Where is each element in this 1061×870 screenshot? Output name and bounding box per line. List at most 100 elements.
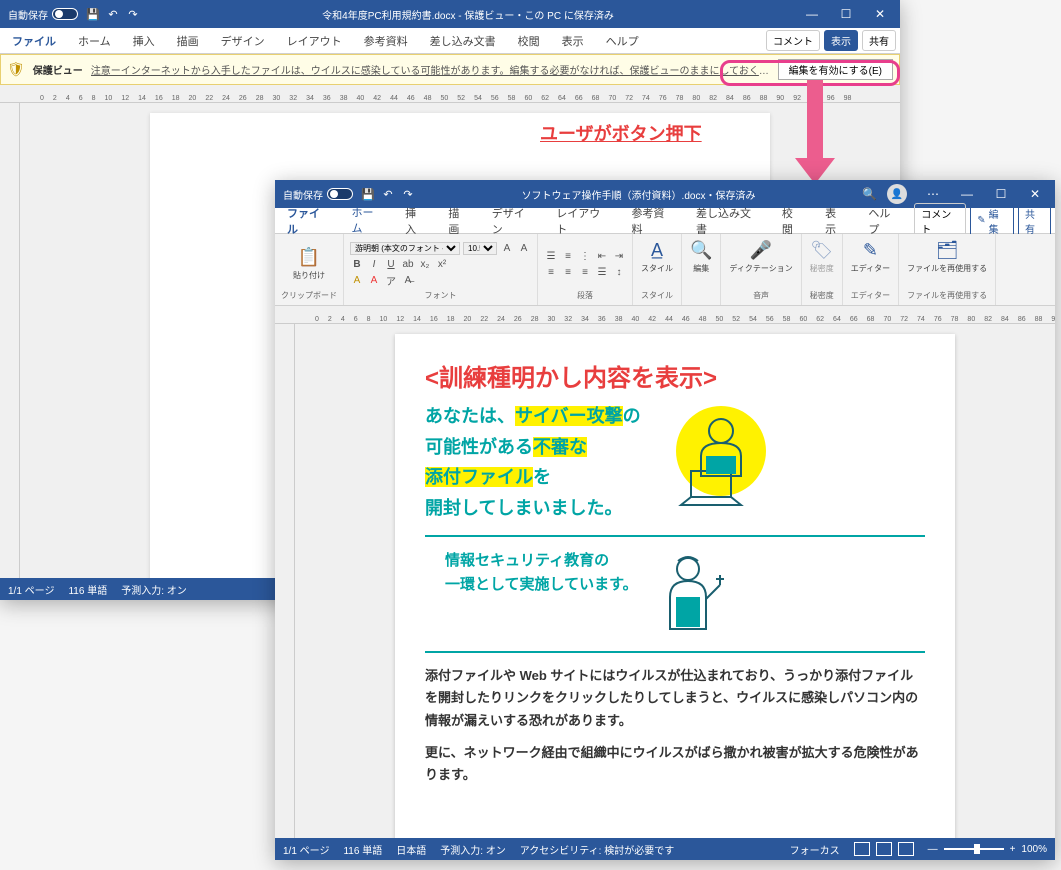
tab-design[interactable]: デザイン [213, 29, 273, 53]
subscript-icon[interactable]: x₂ [418, 257, 432, 271]
sensitivity-button[interactable]: 🏷 秘密度 [808, 238, 836, 276]
dictation-button[interactable]: 🎤 ディクテーション [727, 238, 794, 276]
grow-font-icon[interactable]: A [500, 241, 514, 255]
editor-icon: ✎ [863, 240, 878, 261]
tab-file[interactable]: ファイル [4, 29, 64, 53]
find-icon: 🔍 [690, 240, 712, 261]
status-lang[interactable]: 日本語 [396, 842, 426, 857]
training-body-2: 更に、ネットワーク経由で組織中にウイルスがばら撒かれ被害が拡大する危険性がありま… [425, 742, 925, 786]
tab-help[interactable]: ヘルプ [598, 29, 647, 53]
autosave-label: 自動保存 [8, 7, 48, 22]
editing-button[interactable]: 🔍 編集 [688, 238, 714, 276]
styles-button[interactable]: A̲ スタイル [639, 238, 675, 276]
training-warning: あなたは、サイバー攻撃の 可能性がある不審な 添付ファイルを 開封してしまいまし… [425, 401, 641, 523]
ribbon-editing: 🔍 編集 [682, 234, 721, 305]
ribbon-reuse: 🗂 ファイルを再使用する ファイルを再使用する [899, 234, 996, 305]
training-title: <訓練種明かし内容を表示> [425, 358, 925, 393]
justify-icon[interactable]: ☰ [595, 265, 609, 279]
window-title-fg: ソフトウェア操作手順（添付資料）.docx・保存済み [415, 187, 862, 202]
undo-icon[interactable]: ↶ [106, 7, 120, 21]
protected-view-bar: 🛡 保護ビュー 注意ーインターネットから入手したファイルは、ウイルスに感染してい… [0, 54, 900, 85]
enable-editing-button[interactable]: 編集を有効にする(E) [778, 59, 893, 80]
superscript-icon[interactable]: x² [435, 257, 449, 271]
numbering-icon[interactable]: ≡ [561, 249, 575, 263]
redo-icon[interactable]: ↷ [126, 7, 140, 21]
font-color-icon[interactable]: A [367, 273, 381, 287]
doc-area-fg: <訓練種明かし内容を表示> あなたは、サイバー攻撃の 可能性がある不審な 添付フ… [275, 324, 1055, 838]
status-words[interactable]: 116 単語 [68, 582, 107, 597]
align-center-icon[interactable]: ≡ [561, 265, 575, 279]
paste-button[interactable]: 📋 貼り付け [291, 245, 327, 283]
status-zoom[interactable]: — + 100% [928, 844, 1047, 855]
ruler-h-fg: 0246810121416182022242628303234363840424… [275, 306, 1055, 324]
training-subtitle: 情報セキュリティ教育の 一環として実施しています。 [425, 549, 638, 597]
autosave-toggle[interactable] [52, 8, 78, 20]
maximize-icon[interactable]: ☐ [830, 0, 862, 28]
menubar-fg: ファイル ホーム 挿入 描画 デザイン レイアウト 参考資料 差し込み文書 校閲… [275, 208, 1055, 234]
arrow-annotation [795, 80, 835, 190]
underline-icon[interactable]: U [384, 257, 398, 271]
indent-dec-icon[interactable]: ⇤ [595, 249, 609, 263]
window-title-bg: 令和4年度PC利用規約書.docx - 保護ビュー・この PC に保存済み [140, 7, 796, 22]
ruler-h-bg: 0246810121416182022242628303234363840424… [0, 85, 900, 103]
italic-icon[interactable]: I [367, 257, 381, 271]
paste-icon: 📋 [298, 247, 320, 268]
ribbon-font: 游明朝 (本文のフォント - 日本 10.5 A A B I U ab x₂ x… [344, 234, 538, 305]
status-a11y[interactable]: アクセシビリティ: 検討が必要です [520, 842, 674, 857]
ruler-v-fg [275, 324, 295, 838]
page-content[interactable]: <訓練種明かし内容を表示> あなたは、サイバー攻撃の 可能性がある不審な 添付フ… [395, 334, 955, 838]
tab-insert[interactable]: 挿入 [125, 29, 163, 53]
tab-references[interactable]: 参考資料 [356, 29, 416, 53]
mic-icon: 🎤 [750, 240, 772, 261]
protected-message: 注意ーインターネットから入手したファイルは、ウイルスに感染している可能性がありま… [91, 62, 770, 77]
ribbon-clipboard: 📋 貼り付け クリップボード [275, 234, 344, 305]
multilevel-icon[interactable]: ⋮ [578, 249, 592, 263]
tab-draw[interactable]: 描画 [169, 29, 207, 53]
redo-icon[interactable]: ↷ [401, 187, 415, 201]
statusbar-fg: 1/1 ページ 116 単語 日本語 予測入力: オン アクセシビリティ: 検討… [275, 838, 1055, 860]
training-body-1: 添付ファイルや Web サイトにはウイルスが仕込まれており、うっかり添付ファイル… [425, 665, 925, 731]
line-spacing-icon[interactable]: ↕ [612, 265, 626, 279]
font-name-select[interactable]: 游明朝 (本文のフォント - 日本 [350, 242, 460, 255]
status-focus[interactable]: フォーカス [790, 842, 840, 857]
status-ime[interactable]: 予測入力: オン [440, 842, 506, 857]
ribbon-sensitivity: 🏷 秘密度 秘密度 [802, 234, 843, 305]
align-left-icon[interactable]: ≡ [544, 265, 558, 279]
highlight-icon[interactable]: A [350, 273, 364, 287]
tab-mailings[interactable]: 差し込み文書 [422, 29, 504, 53]
font-size-select[interactable]: 10.5 [463, 242, 497, 255]
close-icon[interactable]: ✕ [864, 0, 896, 28]
autosave-toggle-fg[interactable] [327, 188, 353, 200]
reuse-button[interactable]: 🗂 ファイルを再使用する [905, 238, 989, 276]
tab-review[interactable]: 校閲 [510, 29, 548, 53]
bold-icon[interactable]: B [350, 257, 364, 271]
align-right-icon[interactable]: ≡ [578, 265, 592, 279]
minimize-icon[interactable]: — [796, 0, 828, 28]
search-icon[interactable]: 🔍 [862, 187, 877, 201]
status-view-buttons[interactable] [854, 842, 914, 856]
ribbon: 📋 貼り付け クリップボード 游明朝 (本文のフォント - 日本 10.5 A … [275, 234, 1055, 306]
status-words[interactable]: 116 単語 [343, 842, 382, 857]
ruby-icon[interactable]: ア [384, 273, 398, 287]
save-icon[interactable]: 💾 [86, 7, 100, 21]
shrink-font-icon[interactable]: A [517, 241, 531, 255]
tab-view[interactable]: 表示 [554, 29, 592, 53]
bullets-icon[interactable]: ☰ [544, 249, 558, 263]
clear-format-icon[interactable]: A̶ [401, 273, 415, 287]
ribbon-paragraph: ☰ ≡ ⋮ ⇤ ⇥ ≡ ≡ ≡ ☰ ↕ 段落 [538, 234, 633, 305]
view-mode-button: 表示 [824, 30, 858, 51]
ribbon-dictation: 🎤 ディクテーション 音声 [721, 234, 801, 305]
status-ime[interactable]: 予測入力: オン [121, 582, 187, 597]
reuse-icon: 🗂 [936, 240, 959, 261]
styles-icon: A̲ [651, 240, 663, 261]
tag-icon: 🏷 [810, 240, 833, 261]
status-page[interactable]: 1/1 ページ [8, 582, 54, 597]
status-page[interactable]: 1/1 ページ [283, 842, 329, 857]
ribbon-editor: ✎ エディター エディター [843, 234, 899, 305]
strike-icon[interactable]: ab [401, 257, 415, 271]
divider-1 [425, 535, 925, 537]
editor-button[interactable]: ✎ エディター [849, 238, 892, 276]
indent-inc-icon[interactable]: ⇥ [612, 249, 626, 263]
tab-home[interactable]: ホーム [70, 29, 119, 53]
tab-layout[interactable]: レイアウト [279, 29, 350, 53]
